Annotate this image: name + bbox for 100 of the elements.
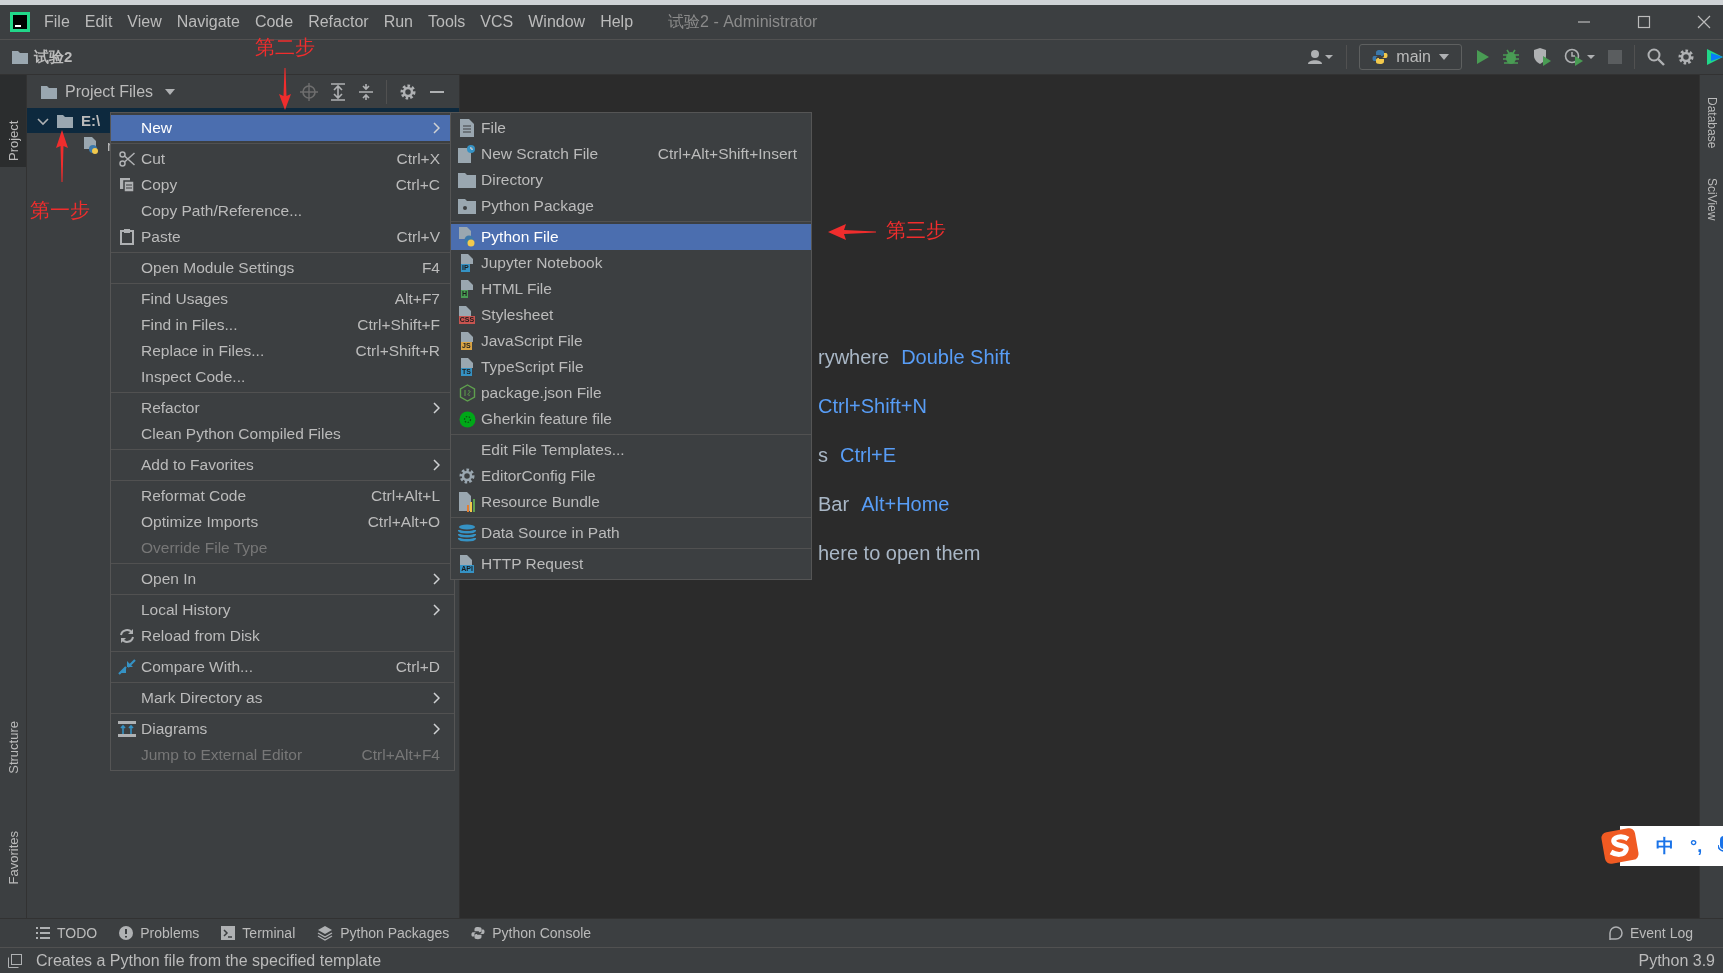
menu-item[interactable]: Find Usages Alt+F7 — [111, 286, 454, 312]
project-view-selector[interactable]: Project Files — [65, 82, 154, 101]
python-icon — [471, 926, 486, 940]
menu-bar-item[interactable]: Run — [383, 13, 413, 31]
window-title: 试验2 - Administrator — [668, 11, 818, 32]
menu-bar-item[interactable]: Tools — [428, 13, 466, 31]
search-icon[interactable] — [1647, 48, 1665, 66]
menu-item[interactable]: Paste Ctrl+V — [111, 224, 454, 250]
run-icon[interactable] — [1474, 49, 1490, 65]
run-config-dropdown[interactable]: main — [1359, 44, 1462, 70]
menu-item[interactable]: Diagrams — [111, 716, 454, 742]
tool-window-tab[interactable]: Favorites — [0, 825, 26, 891]
menu-bar-item[interactable]: Edit — [84, 13, 113, 31]
settings-icon[interactable] — [1677, 48, 1695, 66]
folder-icon — [458, 172, 476, 188]
shortcut-label: Ctrl+X — [396, 150, 440, 168]
shortcut-label: Ctrl+C — [395, 176, 440, 194]
menu-item[interactable]: Resource Bundle — [451, 489, 811, 515]
menu-item[interactable]: File — [451, 115, 811, 141]
menu-item[interactable]: Open Module Settings F4 — [111, 255, 454, 281]
expand-all-icon[interactable] — [330, 82, 346, 101]
tool-window-tab[interactable]: Structure — [0, 715, 26, 780]
menu-item[interactable]: Clean Python Compiled Files — [111, 421, 454, 447]
folder-icon — [458, 198, 476, 214]
menu-bar-item[interactable]: VCS — [480, 13, 514, 31]
menu-bar-item[interactable]: Window — [528, 13, 586, 31]
profiler-icon[interactable] — [1564, 48, 1596, 66]
input-mode-label[interactable]: 中 — [1656, 834, 1674, 858]
file-chart-icon — [458, 492, 476, 512]
menu-item[interactable]: Refactor — [111, 395, 454, 421]
menu-item[interactable]: Python File — [451, 224, 811, 250]
menu-item[interactable]: Gherkin feature file — [451, 406, 811, 432]
tool-window-tab[interactable]: Project — [0, 75, 26, 167]
arrows-icon — [118, 659, 136, 675]
layers-icon — [317, 925, 334, 941]
folder-icon — [12, 50, 28, 64]
annotation-text: 第二步 — [255, 35, 315, 60]
menu-item[interactable]: Data Source in Path — [451, 520, 811, 546]
collapse-all-icon[interactable] — [358, 82, 374, 101]
database-icon — [458, 524, 476, 542]
shield-run-icon[interactable] — [1532, 48, 1552, 66]
user-icon[interactable] — [1308, 49, 1335, 65]
settings-icon[interactable] — [399, 82, 417, 101]
menu-item[interactable]: Find in Files... Ctrl+Shift+F — [111, 312, 454, 338]
menu-item[interactable]: Reformat Code Ctrl+Alt+L — [111, 483, 454, 509]
file-icon — [461, 254, 473, 264]
annotation-arrow — [828, 224, 876, 240]
menu-bar-item[interactable]: Refactor — [308, 13, 369, 31]
caret-icon[interactable] — [165, 88, 176, 95]
menu-item[interactable]: Directory — [451, 167, 811, 193]
bug-icon[interactable] — [1502, 48, 1520, 66]
tool-window-tab[interactable]: SciView — [1704, 178, 1719, 221]
hint-text: rywhere — [818, 345, 890, 369]
menu-item[interactable]: Compare With... Ctrl+D — [111, 654, 454, 680]
menu-bar-item[interactable]: Code — [254, 13, 294, 31]
hint-shortcut: Double Shift — [901, 345, 1011, 369]
menu-item[interactable]: Python Package — [451, 193, 811, 219]
tool-window-button[interactable]: Python Console — [471, 925, 592, 941]
menu-item[interactable]: EditorConfig File — [451, 463, 811, 489]
menu-item[interactable]: Mark Directory as — [111, 685, 454, 711]
diagram-icon — [118, 721, 136, 737]
python-file-icon — [83, 136, 99, 155]
hint-text: Bar — [818, 492, 850, 516]
menu-bar-item[interactable]: Navigate — [176, 13, 240, 31]
menu-bar-item[interactable]: View — [127, 13, 162, 31]
menu-item[interactable]: Copy Path/Reference... — [111, 198, 454, 224]
tool-window-button[interactable]: TODO — [36, 925, 98, 941]
panel-toggle-icon[interactable] — [8, 953, 22, 968]
menu-item[interactable]: Open In — [111, 566, 454, 592]
tool-window-tab[interactable]: Database — [1704, 97, 1719, 149]
file-clock-icon — [458, 145, 476, 163]
tool-window-button[interactable]: Python Packages — [317, 925, 450, 941]
menu-item[interactable]: Edit File Templates... — [451, 437, 811, 463]
toolbox-logo-icon[interactable] — [1707, 47, 1723, 67]
menu-item[interactable]: Cut Ctrl+X — [111, 146, 454, 172]
hint-shortcut: Ctrl+E — [840, 443, 897, 467]
reload-icon — [119, 628, 135, 644]
file-icon — [460, 555, 473, 565]
file-icon — [460, 119, 474, 137]
menu-bar-item[interactable]: Help — [600, 13, 634, 31]
interpreter-label[interactable]: Python 3.9 — [1638, 951, 1715, 970]
menu-item[interactable]: New Scratch File Ctrl+Alt+Shift+Insert — [451, 141, 811, 167]
menu-item[interactable]: Local History — [111, 597, 454, 623]
menu-item[interactable]: Inspect Code... — [111, 364, 454, 390]
menu-item[interactable]: Replace in Files... Ctrl+Shift+R — [111, 338, 454, 364]
menu-bar-item[interactable]: File — [44, 13, 70, 31]
menu-item[interactable]: package.json File — [451, 380, 811, 406]
breadcrumb[interactable]: 试验2 — [34, 47, 73, 67]
tool-window-button[interactable]: Terminal — [221, 925, 296, 941]
shortcut-label: Ctrl+D — [395, 658, 440, 676]
menu-item[interactable]: Copy Ctrl+C — [111, 172, 454, 198]
menu-item[interactable]: Optimize Imports Ctrl+Alt+O — [111, 509, 454, 535]
maximize-icon[interactable] — [1637, 15, 1651, 29]
tool-window-button[interactable]: Problems — [119, 925, 200, 941]
event-log-button[interactable]: Event Log — [1606, 925, 1693, 941]
punctuation-mode-label[interactable]: °, — [1690, 835, 1703, 857]
close-icon[interactable] — [1697, 15, 1711, 29]
hexagon-icon — [458, 384, 476, 402]
menu-item[interactable]: Reload from Disk — [111, 623, 454, 649]
menu-item[interactable]: Add to Favorites — [111, 452, 454, 478]
